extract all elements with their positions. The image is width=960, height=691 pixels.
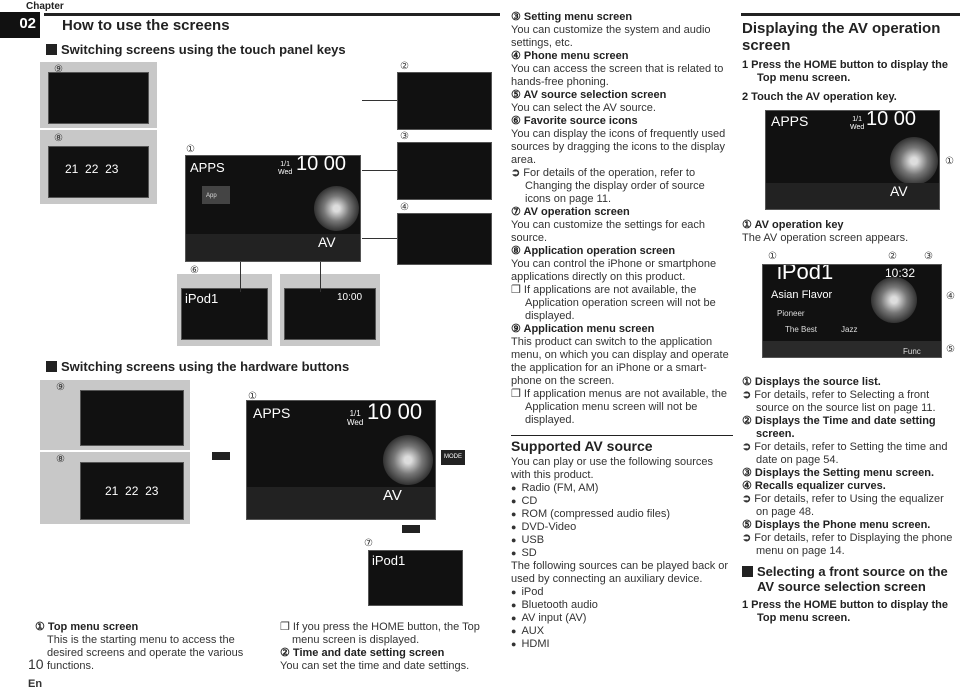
section-touch-panel: Switching screens using the touch panel … — [46, 43, 346, 56]
section-hardware: Switching screens using the hardware but… — [46, 360, 349, 373]
av-key-description: ① AV operation key The AV operation scree… — [742, 219, 909, 244]
figure-top-menu: APPS App 1/1 Wed 10 00 AV — [185, 155, 361, 262]
middle-column: ③ Setting menu screen You can customize t… — [511, 11, 733, 651]
figure-top-menu-right: APPS 1/1 Wed 10 00 AV — [765, 110, 940, 210]
date-display-hw: 1/1 Wed — [347, 409, 364, 427]
callout-2-av: ② — [888, 251, 897, 262]
callout-8: ⑧ — [54, 133, 63, 144]
callout-1-av: ① — [768, 251, 777, 262]
figure-av-operation-screen: iPod1 Asian Flavor Pioneer The Best Jazz… — [762, 264, 942, 358]
section-front-source: Selecting a front source on the AV sourc… — [742, 564, 958, 594]
callout-7-hw: ⑦ — [364, 538, 373, 549]
figure-time-date — [397, 72, 492, 130]
chapter-number: 02 — [0, 12, 40, 38]
top-menu-description: ① Top menu screen This is the starting m… — [35, 621, 244, 672]
language-label: En — [28, 678, 43, 690]
figure-phone-menu — [397, 213, 492, 265]
callout-1-right: ① — [945, 156, 954, 167]
header-rule-right — [741, 13, 960, 16]
figure-setting-menu — [397, 142, 492, 200]
supported-av-title: Supported AV source — [511, 438, 653, 454]
callout-9-hw: ⑨ — [56, 382, 65, 393]
date-display: 1/1 Wed — [278, 161, 293, 176]
figure-av-operation-hw: iPod1 — [368, 550, 463, 606]
figure-top-menu-hw: APPS 1/1 Wed 10 00 AV — [246, 400, 436, 520]
right-steps: 1 Press the HOME button to display the T… — [742, 59, 948, 103]
callout-4-av: ④ — [946, 291, 955, 302]
figure-av-source: 10:00 — [280, 274, 380, 346]
callout-3-av: ③ — [924, 251, 933, 262]
time-date-description: If you press the HOME button, the Top me… — [280, 621, 502, 673]
page-title: How to use the screens — [62, 17, 230, 34]
date-display-right: 1/1 Wed — [850, 116, 865, 131]
callout-8-hw: ⑧ — [56, 454, 65, 465]
callout-5-av: ⑤ — [946, 344, 955, 355]
right-title: Displaying the AV operation screen — [742, 20, 941, 54]
figure-av-operation: iPod1 — [177, 274, 272, 346]
header-rule — [44, 13, 500, 16]
av-screen-descriptions: ① Displays the source list.For details, … — [742, 376, 958, 625]
callout-9: ⑨ — [54, 64, 63, 75]
page-number: 10 — [28, 656, 44, 672]
home-button-2[interactable] — [402, 525, 420, 533]
home-button[interactable] — [212, 452, 230, 460]
mode-button[interactable]: MODE — [441, 450, 465, 465]
